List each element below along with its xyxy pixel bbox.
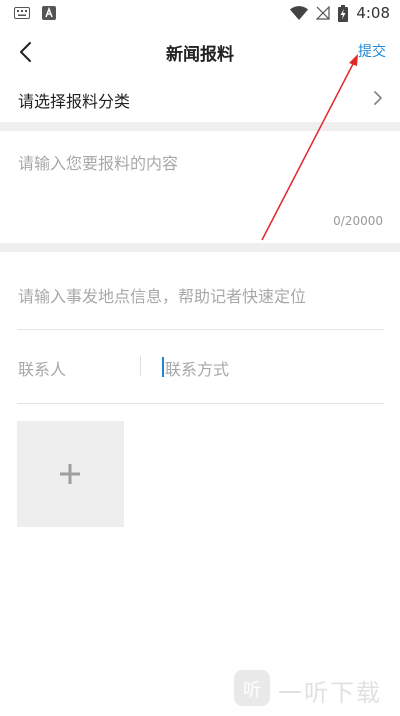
svg-text:听: 听 bbox=[243, 680, 261, 701]
location-input[interactable]: 请输入事发地点信息，帮助记者快速定位 bbox=[0, 253, 400, 329]
status-right: 4:08 bbox=[290, 4, 390, 22]
submit-button[interactable]: 提交 bbox=[358, 41, 386, 61]
category-selector[interactable]: 请选择报料分类 bbox=[0, 74, 400, 122]
section-divider bbox=[0, 122, 400, 131]
category-label: 请选择报料分类 bbox=[18, 92, 131, 111]
location-placeholder: 请输入事发地点信息，帮助记者快速定位 bbox=[18, 287, 307, 306]
battery-charging-icon bbox=[338, 4, 349, 22]
status-left bbox=[14, 6, 56, 20]
contact-name-input[interactable]: 联系人 bbox=[18, 356, 66, 380]
watermark-text: 一听下载 bbox=[278, 679, 382, 707]
wifi-icon bbox=[290, 6, 309, 20]
char-counter: 0/20000 bbox=[333, 214, 383, 228]
contact-row: 联系人 联系方式 bbox=[0, 330, 400, 402]
no-signal-icon bbox=[316, 6, 330, 20]
text-cursor bbox=[162, 357, 164, 377]
watermark-logo: 听 一听下载 bbox=[230, 664, 398, 712]
section-divider bbox=[0, 243, 400, 252]
page-title: 新闻报料 bbox=[166, 45, 234, 65]
content-textarea[interactable]: 请输入您要报料的内容 0/20000 bbox=[0, 131, 400, 243]
contact-method-input[interactable]: 联系方式 bbox=[165, 356, 229, 380]
a-icon bbox=[42, 6, 56, 20]
content-placeholder: 请输入您要报料的内容 bbox=[18, 154, 179, 173]
status-time: 4:08 bbox=[356, 4, 390, 22]
add-image-button[interactable] bbox=[17, 421, 124, 527]
app-header: 新闻报料 提交 bbox=[0, 28, 400, 74]
keyboard-icon bbox=[14, 7, 30, 19]
contact-separator bbox=[140, 356, 141, 376]
chevron-right-icon bbox=[374, 91, 382, 105]
field-divider bbox=[17, 403, 384, 404]
status-bar: 4:08 bbox=[0, 0, 400, 28]
plus-icon bbox=[60, 464, 80, 484]
